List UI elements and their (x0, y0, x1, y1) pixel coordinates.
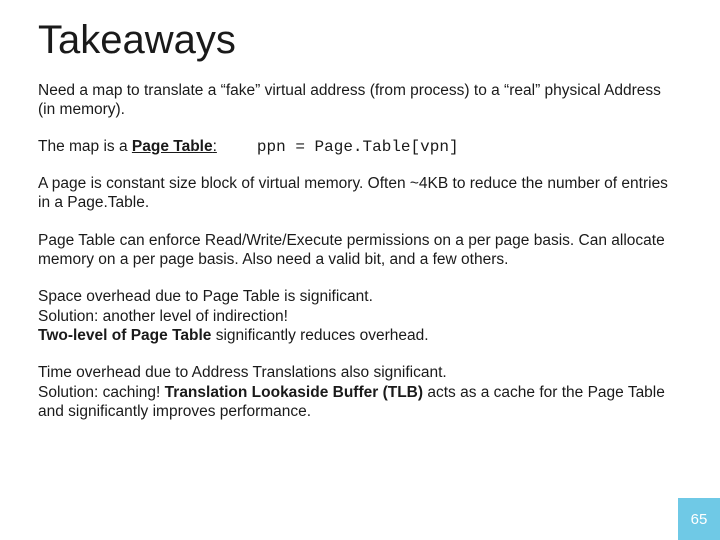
label-pre: The map is a (38, 138, 132, 155)
space-after: significantly reduces overhead. (211, 327, 428, 344)
para-space-overhead: Space overhead due to Page Table is sign… (38, 287, 682, 345)
slide-title: Takeaways (38, 18, 682, 63)
label-colon: : (213, 138, 217, 155)
para-page-size: A page is constant size block of virtual… (38, 174, 682, 213)
page-table-code: ppn = Page.Table[vpn] (257, 138, 459, 156)
slide-body: Need a map to translate a “fake” virtual… (38, 81, 682, 422)
time-bold: Translation Lookaside Buffer (TLB) (165, 384, 423, 401)
space-line1: Space overhead due to Page Table is sign… (38, 288, 373, 305)
page-number: 65 (691, 511, 708, 528)
para-page-table-map: The map is a Page Table: ppn = Page.Tabl… (38, 138, 682, 156)
space-bold: Two-level of Page Table (38, 327, 211, 344)
slide: Takeaways Need a map to translate a “fak… (0, 0, 720, 540)
space-line2: Solution: another level of indirection! (38, 308, 288, 325)
para-need-map: Need a map to translate a “fake” virtual… (38, 81, 682, 120)
para-time-overhead: Time overhead due to Address Translation… (38, 363, 682, 421)
page-number-box: 65 (678, 498, 720, 540)
label-bold: Page Table (132, 138, 213, 155)
para-permissions: Page Table can enforce Read/Write/Execut… (38, 231, 682, 270)
time-line1: Time overhead due to Address Translation… (38, 364, 447, 381)
page-table-label: The map is a Page Table: (38, 138, 217, 156)
time-pre: Solution: caching! (38, 384, 165, 401)
